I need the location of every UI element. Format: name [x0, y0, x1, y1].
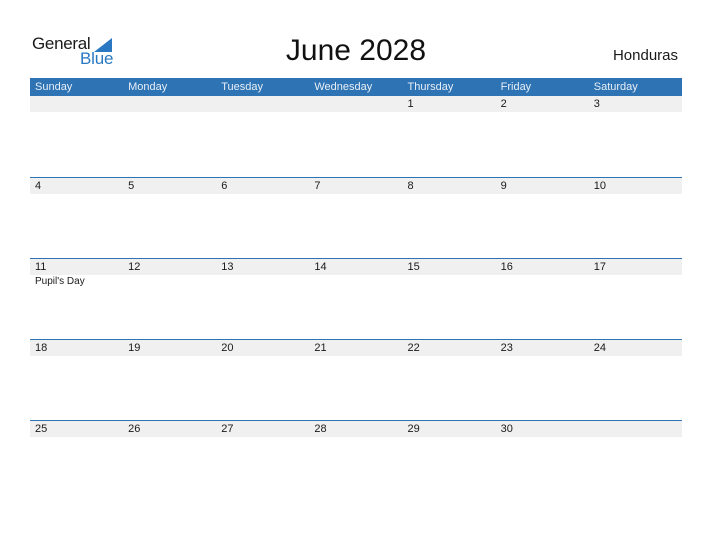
day-number-bar: 11 12 13 14 15 16 17 — [30, 259, 682, 275]
day-number: 11 — [35, 261, 47, 273]
day-number: 18 — [35, 342, 48, 354]
day-number: 24 — [593, 342, 606, 354]
weekday-thursday: Thursday — [407, 81, 454, 93]
week-row: 25 26 27 28 29 30 — [30, 420, 682, 501]
holiday-label — [216, 275, 309, 289]
day-number: 29 — [407, 423, 420, 435]
day-number-bar: 25 26 27 28 29 30 — [30, 421, 682, 437]
day-number: 20 — [221, 342, 234, 354]
day-number: 6 — [221, 180, 228, 192]
holiday-label — [403, 275, 496, 289]
day-number: 3 — [593, 98, 600, 110]
country-label: Honduras — [612, 47, 678, 64]
day-number-bar: 18 19 20 21 22 23 24 — [30, 340, 682, 356]
day-number: 22 — [407, 342, 420, 354]
weekday-saturday: Saturday — [593, 81, 638, 93]
day-number — [30, 96, 123, 112]
day-number — [589, 421, 682, 437]
holiday-label — [589, 275, 682, 289]
week-row: 18 19 20 21 22 23 24 — [30, 339, 682, 420]
day-number: 26 — [128, 423, 141, 435]
day-number: 4 — [35, 180, 42, 192]
day-number: 21 — [314, 342, 327, 354]
day-number-bar: 4 5 6 7 8 9 10 — [30, 178, 682, 194]
day-number: 12 — [128, 261, 141, 273]
week-row: 1 2 3 — [30, 96, 682, 177]
day-number — [216, 96, 309, 112]
weekday-friday: Friday — [500, 81, 532, 93]
holiday-label — [123, 275, 216, 289]
day-number: 27 — [221, 423, 234, 435]
day-number: 19 — [128, 342, 141, 354]
holiday-label: Pupil's Day — [35, 276, 85, 287]
day-number: 9 — [500, 180, 507, 192]
day-number — [123, 96, 216, 112]
day-number: 2 — [500, 98, 507, 110]
week-row: 4 5 6 7 8 9 10 — [30, 177, 682, 258]
events-row: Pupil's Day — [30, 275, 682, 289]
week-row: 11 12 13 14 15 16 17 Pupil's Day — [30, 258, 682, 339]
holiday-label — [496, 275, 589, 289]
page-title: June 2028 — [285, 34, 427, 67]
holiday-label — [309, 275, 402, 289]
day-number: 13 — [221, 261, 234, 273]
weekday-monday: Monday — [128, 81, 168, 93]
day-number: 14 — [314, 261, 327, 273]
weekday-tuesday: Tuesday — [221, 81, 264, 93]
day-number: 23 — [500, 342, 513, 354]
day-number: 7 — [314, 180, 321, 192]
day-number: 30 — [500, 423, 513, 435]
day-number: 17 — [593, 261, 606, 273]
weekday-wednesday: Wednesday — [314, 81, 373, 93]
weekday-sunday: Sunday — [35, 81, 73, 93]
day-number: 5 — [128, 180, 135, 192]
day-number: 25 — [35, 423, 48, 435]
day-number: 16 — [500, 261, 513, 273]
day-number: 28 — [314, 423, 327, 435]
day-number — [309, 96, 402, 112]
weekday-header: Sunday Monday Tuesday Wednesday Thursday… — [30, 78, 682, 96]
day-number-bar: 1 2 3 — [30, 96, 682, 112]
day-number: 1 — [407, 98, 414, 110]
day-number: 8 — [407, 180, 414, 192]
day-number: 15 — [407, 261, 420, 273]
day-number: 10 — [593, 180, 606, 192]
